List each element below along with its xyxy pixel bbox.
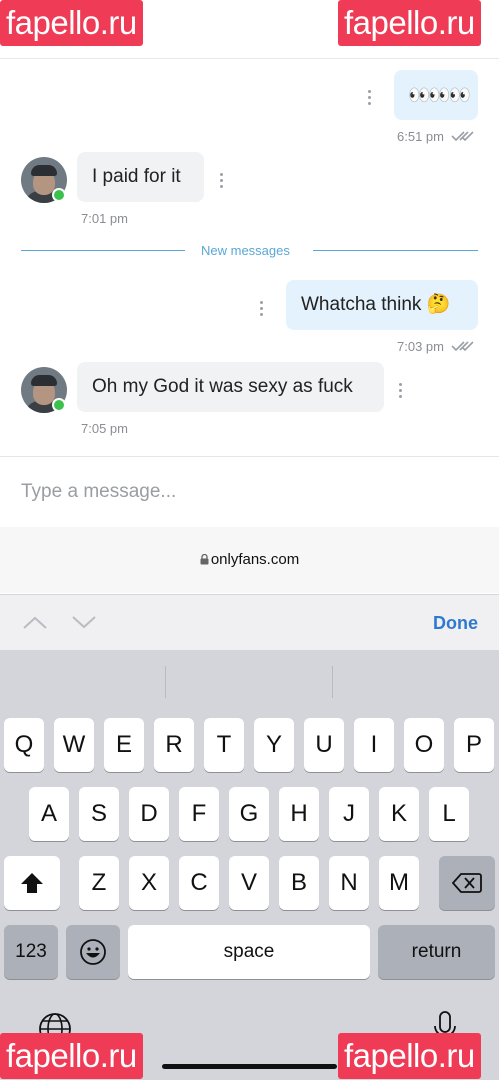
chevron-up-icon[interactable]	[22, 615, 48, 630]
key-u[interactable]: U	[304, 718, 344, 772]
chat-top-divider	[0, 58, 499, 59]
message-text: 👀👀👀	[408, 85, 471, 105]
home-indicator	[162, 1064, 337, 1069]
key-k[interactable]: K	[379, 787, 419, 841]
key-d[interactable]: D	[129, 787, 169, 841]
shift-icon	[21, 873, 43, 893]
suggestion-divider	[332, 666, 333, 698]
emoji-key[interactable]	[66, 925, 120, 979]
watermark-top-right: fapello.ru	[338, 0, 481, 46]
message-bubble-outgoing[interactable]: Whatcha think 🤔	[286, 280, 478, 330]
read-ticks-icon	[451, 341, 474, 352]
lock-icon	[200, 553, 209, 565]
backspace-key[interactable]	[439, 856, 495, 910]
key-s[interactable]: S	[79, 787, 119, 841]
done-button[interactable]: Done	[433, 613, 478, 634]
key-q[interactable]: Q	[4, 718, 44, 772]
key-z[interactable]: Z	[79, 856, 119, 910]
key-o[interactable]: O	[404, 718, 444, 772]
key-b[interactable]: B	[279, 856, 319, 910]
message-text: I paid for it	[92, 166, 181, 187]
message-time: 7:03 pm	[397, 339, 444, 354]
suggestion-divider	[165, 666, 166, 698]
key-v[interactable]: V	[229, 856, 269, 910]
key-p[interactable]: P	[454, 718, 494, 772]
url-text: onlyfans.com	[210, 551, 300, 568]
message-options-icon[interactable]	[220, 173, 224, 191]
key-h[interactable]: H	[279, 787, 319, 841]
key-j[interactable]: J	[329, 787, 369, 841]
message-bubble-outgoing[interactable]: 👀👀👀	[394, 70, 478, 120]
key-y[interactable]: Y	[254, 718, 294, 772]
key-e[interactable]: E	[104, 718, 144, 772]
url-container: onlyfans.com	[0, 551, 499, 568]
keyboard-accessory-bar: Done	[0, 594, 499, 651]
key-m[interactable]: M	[379, 856, 419, 910]
message-options-icon[interactable]	[368, 90, 372, 108]
chevron-down-icon[interactable]	[71, 615, 97, 630]
message-bubble-incoming[interactable]: I paid for it	[77, 152, 204, 202]
online-status-dot	[52, 398, 66, 412]
key-n[interactable]: N	[329, 856, 369, 910]
key-f[interactable]: F	[179, 787, 219, 841]
watermark-bottom-right: fapello.ru	[338, 1033, 481, 1079]
emoji-icon	[80, 939, 106, 965]
message-time: 7:01 pm	[81, 211, 128, 226]
new-messages-line-left	[21, 250, 185, 251]
key-t[interactable]: T	[204, 718, 244, 772]
read-ticks-icon	[451, 131, 474, 142]
watermark-top-left: fapello.ru	[0, 0, 143, 46]
backspace-icon	[451, 873, 482, 893]
browser-address-bar[interactable]: onlyfans.com	[0, 527, 499, 593]
new-messages-label: New messages	[201, 243, 290, 258]
key-l[interactable]: L	[429, 787, 469, 841]
key-a[interactable]: A	[29, 787, 69, 841]
key-c[interactable]: C	[179, 856, 219, 910]
shift-key[interactable]	[4, 856, 60, 910]
return-key[interactable]: return	[378, 925, 495, 979]
message-input[interactable]: Type a message...	[0, 456, 499, 528]
message-options-icon[interactable]	[399, 383, 403, 401]
message-time: 6:51 pm	[397, 129, 444, 144]
key-g[interactable]: G	[229, 787, 269, 841]
message-time: 7:05 pm	[81, 421, 128, 436]
message-options-icon[interactable]	[260, 301, 264, 319]
key-x[interactable]: X	[129, 856, 169, 910]
keyboard: QWERTYUIOP ASDFGHJKL ZXCVBNM 123 space r…	[0, 650, 499, 1080]
key-r[interactable]: R	[154, 718, 194, 772]
message-text: Whatcha think 🤔	[301, 294, 451, 315]
message-input-placeholder: Type a message...	[21, 481, 177, 502]
key-i[interactable]: I	[354, 718, 394, 772]
new-messages-line-right	[313, 250, 478, 251]
message-bubble-incoming[interactable]: Oh my God it was sexy as fuck	[77, 362, 384, 412]
numbers-key[interactable]: 123	[4, 925, 58, 979]
message-text: Oh my God it was sexy as fuck	[92, 376, 353, 397]
key-w[interactable]: W	[54, 718, 94, 772]
watermark-bottom-left: fapello.ru	[0, 1033, 143, 1079]
online-status-dot	[52, 188, 66, 202]
space-key[interactable]: space	[128, 925, 370, 979]
